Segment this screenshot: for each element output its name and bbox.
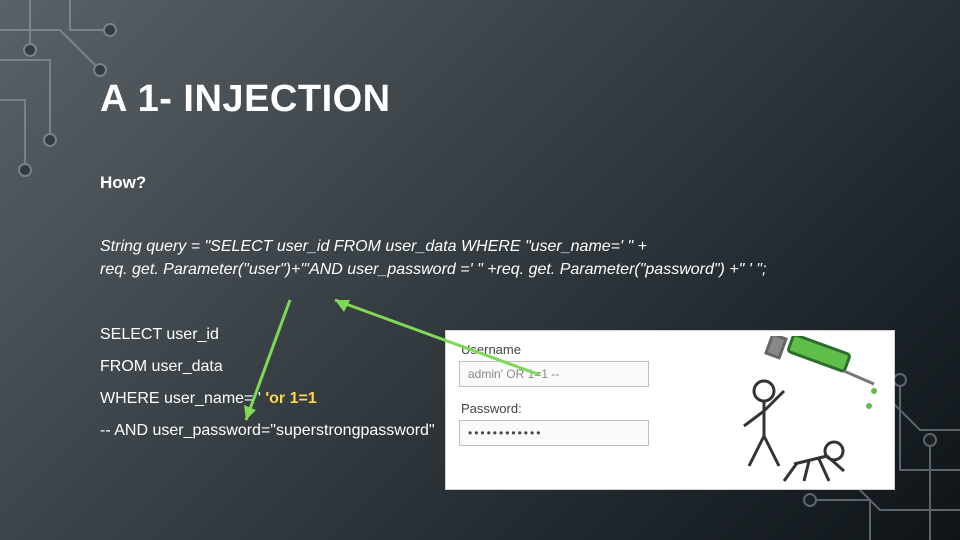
username-input-value: admin' OR 1=1 -- [468,367,559,381]
how-heading: How? [100,173,900,193]
slide: A 1- INJECTION How? String query = "SELE… [0,0,960,540]
code-line-1: String query = "SELECT user_id FROM user… [100,235,900,258]
injection-cartoon-icon [669,336,889,486]
password-input[interactable]: •••••••••••• [459,420,649,446]
code-line-2: req. get. Parameter("user")+"'AND user_p… [100,258,900,281]
login-form-illustration: Username admin' OR 1=1 -- Password: ••••… [445,330,895,490]
password-input-value: •••••••••••• [468,426,542,440]
sql-line-3-prefix: WHERE user_name= ' [100,390,261,407]
injection-highlight: 'or 1=1 [261,390,317,407]
username-input[interactable]: admin' OR 1=1 -- [459,361,649,387]
java-code-block: String query = "SELECT user_id FROM user… [100,235,900,281]
slide-title: A 1- INJECTION [100,78,900,121]
